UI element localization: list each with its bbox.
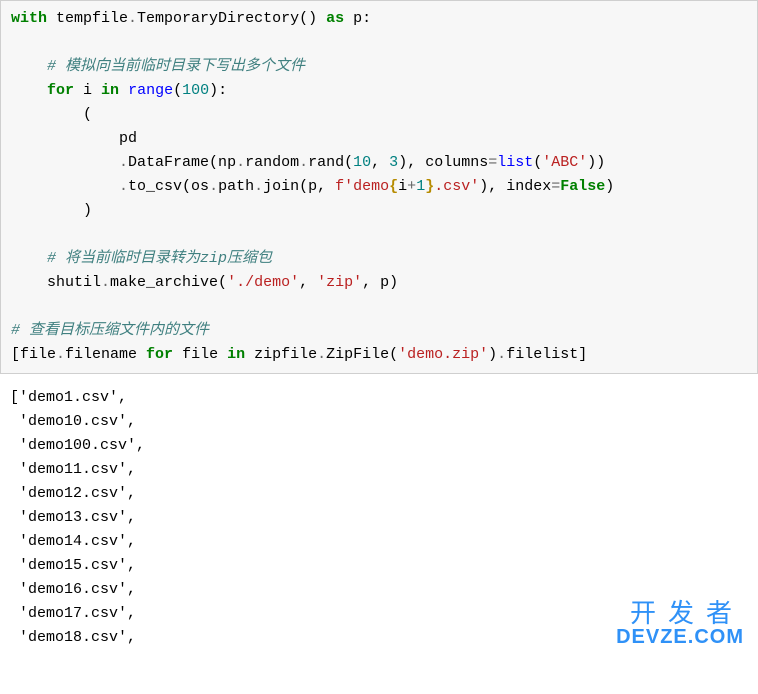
code-token: .: [254, 178, 263, 195]
code-line: shutil.make_archive('./demo', 'zip', p): [11, 274, 398, 291]
code-token: (: [173, 82, 182, 99]
code-line: # 查看目标压缩文件内的文件: [11, 322, 209, 339]
code-token: [file: [11, 346, 56, 363]
code-token: path: [218, 178, 254, 195]
code-token: DataFrame(np: [128, 154, 236, 171]
code-line: pd: [11, 130, 137, 147]
code-token: .: [497, 346, 506, 363]
code-token: filename: [65, 346, 146, 363]
code-line: # 将当前临时目录转为zip压缩包: [11, 250, 272, 267]
code-token: rand(: [308, 154, 353, 171]
code-token: .csv': [434, 178, 479, 195]
code-token: False: [560, 178, 605, 195]
code-token: {: [389, 178, 398, 195]
code-line: .DataFrame(np.random.rand(10, 3), column…: [11, 154, 605, 171]
code-token: i: [398, 178, 407, 195]
code-token: 'ABC': [542, 154, 587, 171]
code-token: './demo': [227, 274, 299, 291]
code-token: to_csv(os: [128, 178, 209, 195]
code-token: 'demo.zip': [398, 346, 488, 363]
code-token: ): [11, 202, 92, 219]
code-token: make_archive(: [110, 274, 227, 291]
code-token: # 模拟向当前临时目录下写出多个文件: [47, 58, 305, 75]
code-line: with tempfile.TemporaryDirectory() as p:: [11, 10, 371, 27]
code-line: # 模拟向当前临时目录下写出多个文件: [11, 58, 305, 75]
code-token: [11, 178, 119, 195]
page-container: with tempfile.TemporaryDirectory() as p:…: [0, 0, 758, 650]
code-token: for: [47, 82, 74, 99]
code-token: ZipFile(: [326, 346, 398, 363]
code-token: (: [11, 106, 92, 123]
code-token: # 查看目标压缩文件内的文件: [11, 322, 209, 339]
code-token: with: [11, 10, 47, 27]
code-token: )): [587, 154, 605, 171]
code-token: list: [497, 154, 533, 171]
code-token: .: [209, 178, 218, 195]
code-token: .: [119, 178, 128, 195]
code-token: p:: [344, 10, 371, 27]
code-token: ), index: [479, 178, 551, 195]
code-token: file: [173, 346, 227, 363]
code-token: zipfile: [245, 346, 317, 363]
code-token: (: [533, 154, 542, 171]
code-token: i: [74, 82, 101, 99]
code-token: ): [605, 178, 614, 195]
code-line: (: [11, 106, 92, 123]
code-token: .: [317, 346, 326, 363]
code-token: ,: [371, 154, 389, 171]
code-token: for: [146, 346, 173, 363]
code-token: shutil: [11, 274, 101, 291]
code-token: 10: [353, 154, 371, 171]
code-token: [119, 82, 128, 99]
code-token: [11, 82, 47, 99]
code-token: f'demo: [335, 178, 389, 195]
code-token: =: [551, 178, 560, 195]
code-token: filelist]: [506, 346, 587, 363]
code-token: 3: [389, 154, 398, 171]
output-cell: ['demo1.csv', 'demo10.csv', 'demo100.csv…: [0, 380, 758, 650]
code-token: as: [326, 10, 344, 27]
code-token: ): [488, 346, 497, 363]
code-token: pd: [11, 130, 137, 147]
code-token: range: [128, 82, 173, 99]
code-token: 100: [182, 82, 209, 99]
code-token: tempfile: [47, 10, 128, 27]
code-token: in: [227, 346, 245, 363]
code-token: TemporaryDirectory(): [137, 10, 326, 27]
code-token: 1: [416, 178, 425, 195]
code-token: join(p,: [263, 178, 335, 195]
code-token: random: [245, 154, 299, 171]
code-token: .: [101, 274, 110, 291]
code-token: }: [425, 178, 434, 195]
code-token: in: [101, 82, 119, 99]
code-token: ), columns: [398, 154, 488, 171]
code-token: ):: [209, 82, 227, 99]
code-token: [11, 250, 47, 267]
code-token: # 将当前临时目录转为zip压缩包: [47, 250, 272, 267]
code-token: 'zip': [317, 274, 362, 291]
code-cell: with tempfile.TemporaryDirectory() as p:…: [0, 0, 758, 374]
code-line: ): [11, 202, 92, 219]
code-token: .: [236, 154, 245, 171]
code-token: .: [299, 154, 308, 171]
code-line: [file.filename for file in zipfile.ZipFi…: [11, 346, 587, 363]
code-token: =: [488, 154, 497, 171]
code-token: , p): [362, 274, 398, 291]
code-line: for i in range(100):: [11, 82, 227, 99]
code-token: +: [407, 178, 416, 195]
code-token: [11, 154, 119, 171]
code-token: ,: [299, 274, 317, 291]
code-token: [11, 58, 47, 75]
code-token: .: [119, 154, 128, 171]
code-token: .: [56, 346, 65, 363]
code-token: .: [128, 10, 137, 27]
code-line: .to_csv(os.path.join(p, f'demo{i+1}.csv'…: [11, 178, 614, 195]
